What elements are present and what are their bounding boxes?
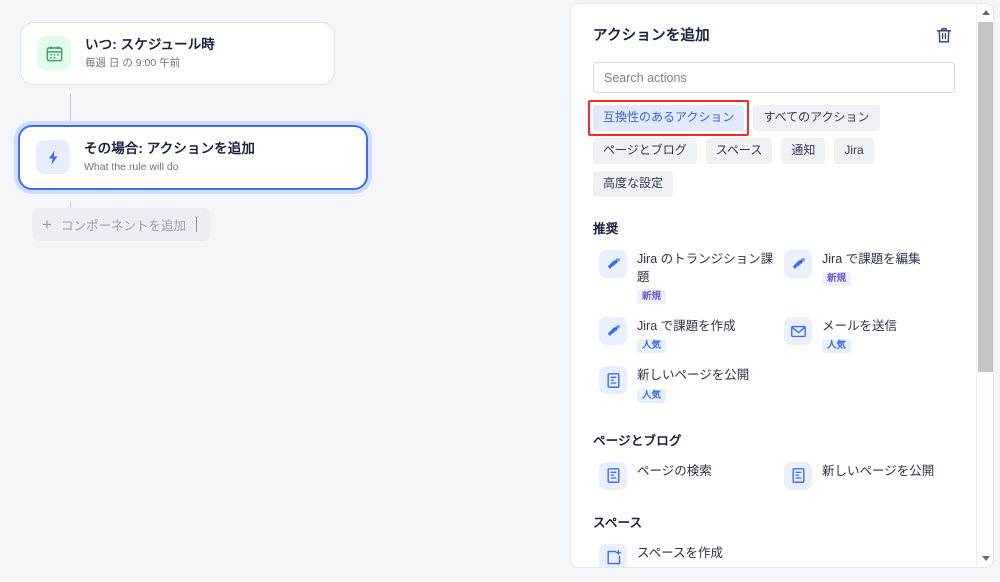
- section-title-pages-blogs: ページとブログ: [593, 433, 682, 448]
- action-grid-recommended: Jira のトランジション課題 新規 Jira で課題を編集 新規 Jira で…: [593, 243, 963, 409]
- action-item-publish-new-page-2[interactable]: 新しいページを公開: [778, 455, 963, 496]
- add-component-button[interactable]: + コンポーネントを追加: [32, 208, 210, 241]
- chip-spaces[interactable]: スペース: [705, 138, 773, 164]
- action-item-label: スペースを作成: [637, 545, 724, 560]
- action-item-label: Jira のトランジション課題: [637, 252, 774, 285]
- panel-title: アクションを追加: [593, 28, 710, 44]
- text-caret: [195, 217, 197, 232]
- trigger-node-text: いつ: スケジュール時 毎週 日 の 9:00 午前: [85, 36, 215, 71]
- panel-content: アクションを追加 互換性のあるアクション すべてのアクション ページとブログ ス…: [571, 4, 977, 567]
- envelope-icon: [784, 317, 812, 346]
- action-item-label: 新しいページを公開: [637, 368, 750, 383]
- panel-scrollbar[interactable]: [976, 4, 993, 567]
- chip-jira[interactable]: Jira: [834, 138, 874, 164]
- badge-new: 新規: [822, 272, 852, 287]
- page-icon: [784, 461, 812, 490]
- action-item-label: ページの検索: [637, 463, 712, 478]
- trigger-node-subtitle: 毎週 日 の 9:00 午前: [85, 57, 181, 70]
- jira-icon: [599, 250, 627, 278]
- trash-icon[interactable]: [931, 22, 957, 48]
- action-item-body: 新しいページを公開 人気: [637, 365, 750, 403]
- action-item-body: Jira のトランジション課題 新規: [637, 249, 774, 305]
- action-item-edit-jira-issue[interactable]: Jira で課題を編集 新規: [778, 243, 963, 310]
- badge-popular: 人気: [822, 339, 852, 354]
- scrollbar-thumb[interactable]: [978, 22, 993, 372]
- action-item-body: Jira で課題を作成 人気: [637, 316, 736, 354]
- chip-all-actions[interactable]: すべてのアクション: [753, 105, 880, 131]
- add-action-panel: アクションを追加 互換性のあるアクション すべてのアクション ページとブログ ス…: [570, 3, 994, 568]
- action-node-text: その場合: アクションを追加 What the rule will do: [84, 140, 255, 175]
- space-icon: [599, 543, 627, 567]
- action-item-search-page[interactable]: ページの検索: [593, 455, 778, 496]
- action-item-label: Jira で課題を作成: [637, 319, 736, 334]
- add-component-label: コンポーネントを追加: [60, 219, 186, 233]
- action-grid-spaces: スペースを作成: [593, 537, 963, 567]
- calendar-icon: [37, 36, 71, 71]
- scroll-up-arrow-icon[interactable]: [977, 4, 993, 21]
- action-grid-pages-blogs: ページの検索 新しいページを公開: [593, 455, 963, 496]
- badge-popular: 人気: [637, 388, 667, 403]
- panel-header: アクションを追加: [593, 22, 957, 48]
- action-item-publish-new-page[interactable]: 新しいページを公開 人気: [593, 359, 778, 408]
- action-node-card[interactable]: その場合: アクションを追加 What the rule will do: [18, 124, 368, 190]
- filter-chip-group: 互換性のあるアクション すべてのアクション ページとブログ スペース 通知 Ji…: [588, 100, 959, 197]
- node-stack: いつ: スケジュール時 毎週 日 の 9:00 午前 その場合: アクションを追…: [18, 22, 368, 236]
- action-node-subtitle: What the rule will do: [84, 161, 179, 174]
- trigger-node-title: いつ: スケジュール時: [85, 37, 215, 52]
- badge-popular: 人気: [637, 339, 667, 354]
- action-item-create-jira-issue[interactable]: Jira で課題を作成 人気: [593, 310, 778, 359]
- action-item-send-email[interactable]: メールを送信 人気: [778, 310, 963, 359]
- chip-advanced-settings[interactable]: 高度な設定: [593, 171, 674, 197]
- jira-icon: [599, 317, 627, 346]
- section-title-recommended: 推奨: [593, 222, 619, 236]
- jira-icon: [784, 250, 812, 278]
- action-item-create-space[interactable]: スペースを作成: [593, 537, 778, 567]
- chip-compatible-actions[interactable]: 互換性のあるアクション: [593, 105, 745, 131]
- action-item-body: スペースを作成: [637, 543, 723, 562]
- action-item-body: ページの検索: [637, 461, 712, 480]
- rule-canvas: いつ: スケジュール時 毎週 日 の 9:00 午前 その場合: アクションを追…: [0, 0, 570, 582]
- badge-new: 新規: [637, 290, 667, 305]
- chip-notifications[interactable]: 通知: [781, 138, 826, 164]
- action-item-label: Jira で課題を編集: [822, 252, 921, 266]
- search-input[interactable]: [593, 62, 955, 93]
- action-item-body: 新しいページを公開: [822, 461, 934, 480]
- action-item-body: Jira で課題を編集 新規: [822, 249, 921, 287]
- action-item-body: メールを送信 人気: [822, 316, 898, 354]
- section-title-spaces: スペース: [593, 515, 643, 530]
- page-icon: [599, 366, 627, 395]
- trigger-node-card[interactable]: いつ: スケジュール時 毎週 日 の 9:00 午前: [20, 22, 335, 85]
- action-item-label: メールを送信: [822, 319, 898, 334]
- page-icon: [599, 461, 627, 490]
- action-item-transition-jira-issue[interactable]: Jira のトランジション課題 新規: [593, 243, 778, 310]
- scroll-down-arrow-icon[interactable]: [977, 550, 993, 567]
- lightning-bolt-icon: [36, 140, 70, 175]
- chip-pages-and-blogs[interactable]: ページとブログ: [593, 138, 697, 164]
- plus-icon: +: [42, 215, 52, 234]
- chip-wrapper-compatible: 互換性のあるアクション: [588, 100, 750, 136]
- action-node-title: その場合: アクションを追加: [84, 140, 255, 156]
- action-item-label: 新しいページを公開: [822, 463, 935, 478]
